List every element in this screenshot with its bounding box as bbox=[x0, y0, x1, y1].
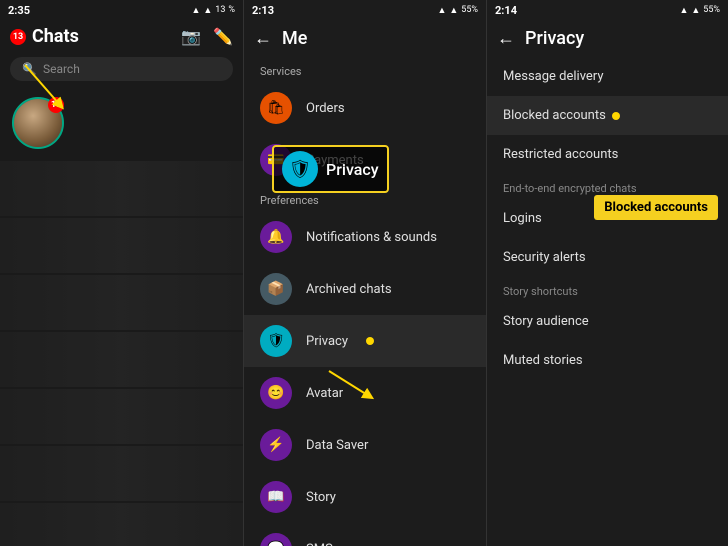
time-3: 2:14 bbox=[495, 4, 517, 17]
status-icons-1: ▲ ▲ 13 % bbox=[191, 5, 235, 16]
chats-title: Chats bbox=[32, 26, 79, 47]
signal-icon: ▲ bbox=[191, 5, 200, 16]
menu-restricted-accounts[interactable]: Restricted accounts bbox=[487, 135, 728, 174]
panel-chats: 2:35 ▲ ▲ 13 % 13 Chats 📷 ✏️ 🔍 Search 13 bbox=[0, 0, 243, 546]
wifi-icon-3: ▲ bbox=[691, 5, 700, 16]
time-1: 2:35 bbox=[8, 4, 30, 17]
chat-list: 13 bbox=[0, 87, 243, 546]
annotation-arrow-2 bbox=[324, 366, 384, 406]
menu-story-audience[interactable]: Story audience bbox=[487, 302, 728, 341]
archived-label: Archived chats bbox=[306, 282, 392, 297]
battery-icon-3: 55% bbox=[703, 5, 720, 15]
edit-icon[interactable]: ✏️ bbox=[213, 27, 233, 46]
blocked-accounts-tooltip-text: Blocked accounts bbox=[604, 200, 708, 215]
services-label: Services bbox=[244, 57, 486, 82]
wifi-icon: ▲ bbox=[203, 5, 212, 16]
privacy-popup-label: Privacy bbox=[326, 160, 379, 179]
privacy-title: Privacy bbox=[525, 28, 584, 49]
blocked-accounts-tooltip: Blocked accounts bbox=[594, 195, 718, 220]
battery-icon-2: 55% bbox=[461, 5, 478, 15]
wifi-icon-2: ▲ bbox=[449, 5, 458, 16]
menu-orders[interactable]: 🛍 Orders bbox=[244, 82, 486, 134]
me-title: Me bbox=[282, 28, 307, 49]
chat-row-1[interactable] bbox=[0, 161, 243, 216]
chats-title-area: 13 Chats bbox=[10, 26, 79, 47]
story-label: Story bbox=[306, 490, 336, 505]
chat-row-4[interactable] bbox=[0, 332, 243, 387]
annotation-arrow-1 bbox=[5, 55, 105, 115]
menu-privacy[interactable]: 🛡 Privacy bbox=[244, 315, 486, 367]
chat-row-3[interactable] bbox=[0, 275, 243, 330]
privacy-label: Privacy bbox=[306, 334, 348, 349]
datasaver-icon: ⚡ bbox=[260, 429, 292, 461]
back-button-3[interactable]: ← bbox=[497, 28, 515, 49]
signal-icon-2: ▲ bbox=[437, 5, 446, 16]
menu-message-delivery[interactable]: Message delivery bbox=[487, 57, 728, 96]
camera-icon[interactable]: 📷 bbox=[181, 27, 201, 46]
status-bar-2: 2:13 ▲ ▲ 55% bbox=[244, 0, 486, 20]
status-bar-3: 2:14 ▲ ▲ 55% bbox=[487, 0, 728, 20]
story-shortcuts-label: Story shortcuts bbox=[487, 277, 728, 302]
status-bar-1: 2:35 ▲ ▲ 13 % bbox=[0, 0, 243, 20]
notification-badge: 13 bbox=[10, 29, 26, 45]
header-icons: 📷 ✏️ bbox=[181, 27, 233, 46]
orders-icon: 🛍 bbox=[260, 92, 292, 124]
menu-blocked-accounts[interactable]: Blocked accounts bbox=[487, 96, 728, 135]
orders-label: Orders bbox=[306, 101, 345, 116]
sms-icon: 💬 bbox=[260, 533, 292, 546]
signal-icon-3: ▲ bbox=[679, 5, 688, 16]
story-icon: 📖 bbox=[260, 481, 292, 513]
chat-row-6[interactable] bbox=[0, 446, 243, 501]
menu-notifications[interactable]: 🔔 Notifications & sounds bbox=[244, 211, 486, 263]
privacy-shield-icon: 🛡 bbox=[282, 151, 318, 187]
menu-security-alerts[interactable]: Security alerts bbox=[487, 238, 728, 277]
time-2: 2:13 bbox=[252, 4, 274, 17]
privacy-header: ← Privacy bbox=[487, 20, 728, 57]
menu-datasaver[interactable]: ⚡ Data Saver bbox=[244, 419, 486, 471]
privacy-icon: 🛡 bbox=[260, 325, 292, 357]
menu-muted-stories[interactable]: Muted stories bbox=[487, 341, 728, 380]
sms-label: SMS bbox=[306, 542, 333, 546]
blocked-accounts-label: Blocked accounts bbox=[503, 108, 606, 123]
datasaver-label: Data Saver bbox=[306, 438, 368, 453]
status-icons-2: ▲ ▲ 55% bbox=[437, 5, 478, 16]
me-header: ← Me bbox=[244, 20, 486, 57]
panel-privacy: 2:14 ▲ ▲ 55% ← Privacy Message delivery … bbox=[486, 0, 728, 546]
notifications-icon: 🔔 bbox=[260, 221, 292, 253]
menu-sms[interactable]: 💬 SMS bbox=[244, 523, 486, 546]
chat-row-2[interactable] bbox=[0, 218, 243, 273]
chat-row-7[interactable] bbox=[0, 503, 243, 546]
notifications-label: Notifications & sounds bbox=[306, 230, 437, 245]
menu-archived[interactable]: 📦 Archived chats bbox=[244, 263, 486, 315]
panel-me: 2:13 ▲ ▲ 55% ← Me Services 🛍 Orders 💳 Pa… bbox=[243, 0, 486, 546]
chats-header: 13 Chats 📷 ✏️ bbox=[0, 20, 243, 53]
avatar-icon: 😊 bbox=[260, 377, 292, 409]
battery-icon: 13 bbox=[215, 5, 225, 15]
menu-story[interactable]: 📖 Story bbox=[244, 471, 486, 523]
status-icons-3: ▲ ▲ 55% bbox=[679, 5, 720, 16]
archived-icon: 📦 bbox=[260, 273, 292, 305]
privacy-dot bbox=[366, 337, 374, 345]
privacy-popup: 🛡 Privacy bbox=[272, 145, 389, 193]
back-button[interactable]: ← bbox=[254, 28, 272, 49]
blocked-accounts-dot bbox=[612, 112, 620, 120]
chat-row-5[interactable] bbox=[0, 389, 243, 444]
